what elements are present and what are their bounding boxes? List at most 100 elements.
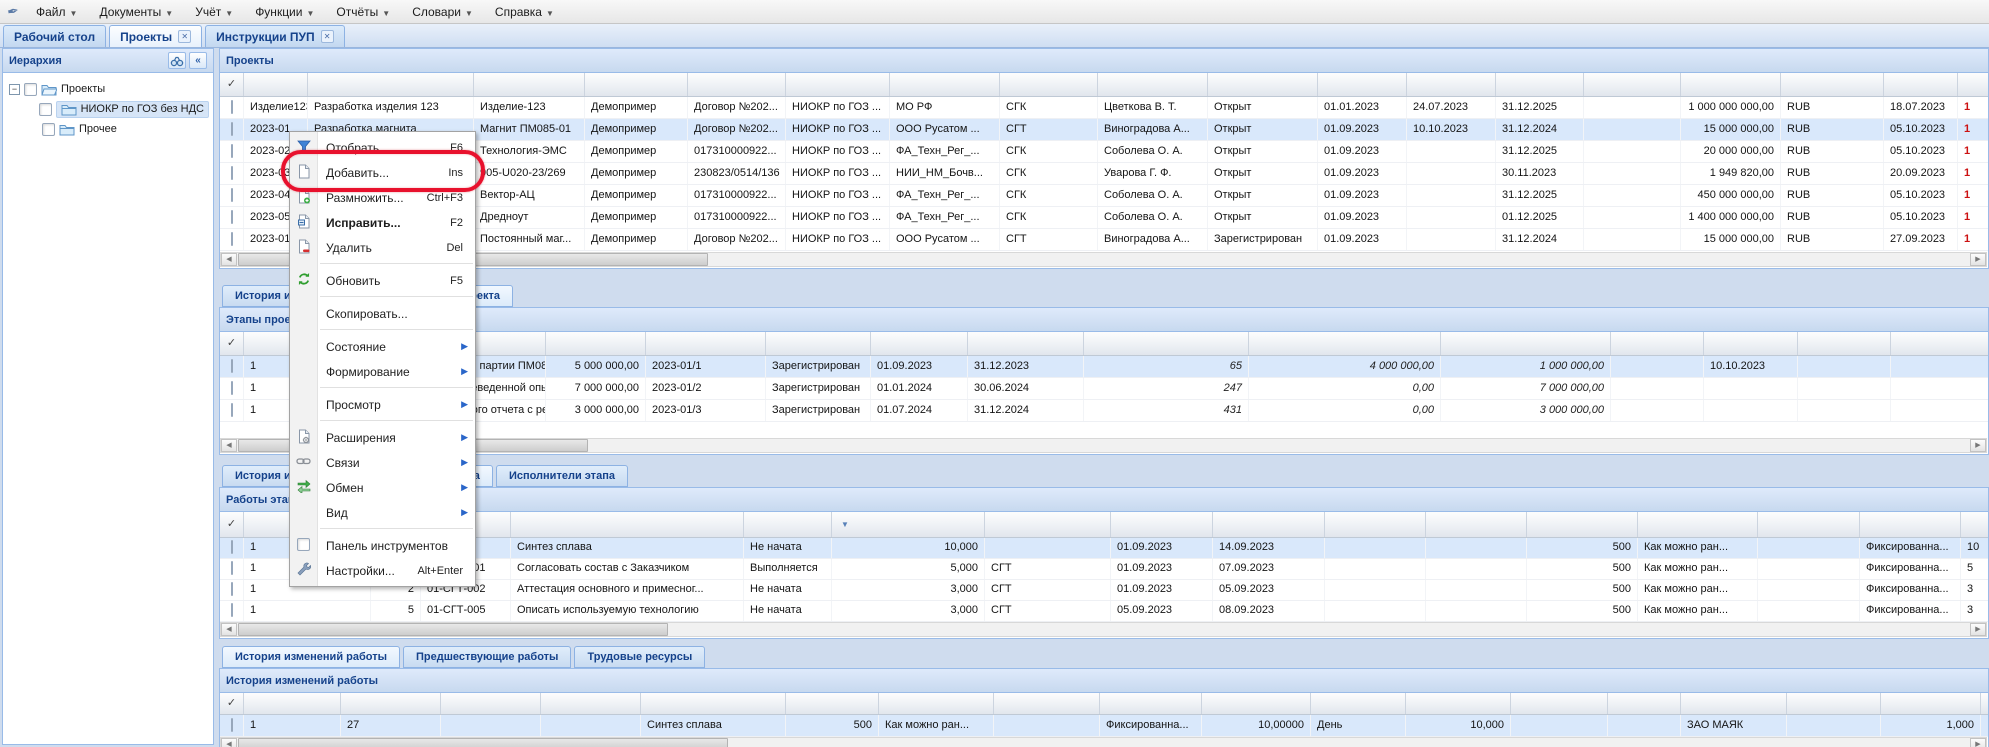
scroll-thumb[interactable] xyxy=(238,623,668,636)
column-header[interactable] xyxy=(985,512,1111,537)
tree-checkbox[interactable] xyxy=(24,83,37,96)
column-header[interactable] xyxy=(1098,73,1208,96)
section-tab-works-2[interactable]: Исполнители этапа xyxy=(496,465,628,487)
section-tab-history-2[interactable]: Трудовые ресурсы xyxy=(574,646,705,668)
column-header[interactable] xyxy=(244,693,341,714)
column-header[interactable] xyxy=(1681,73,1781,96)
menu-item-20[interactable]: Панель инструментов xyxy=(290,533,475,558)
column-header[interactable] xyxy=(1406,693,1511,714)
row-checkbox[interactable] xyxy=(231,403,233,417)
row-checkbox[interactable] xyxy=(231,603,233,617)
scroll-right-icon[interactable]: ▶ xyxy=(1970,738,1986,747)
column-header[interactable] xyxy=(1638,512,1758,537)
row-checkbox[interactable] xyxy=(231,561,233,575)
row-checkbox[interactable] xyxy=(231,210,233,224)
column-header[interactable] xyxy=(890,73,1000,96)
scroll-thumb[interactable] xyxy=(238,738,728,747)
column-header[interactable] xyxy=(585,73,688,96)
menubar-item-0[interactable]: Файл▼ xyxy=(26,2,89,22)
column-header[interactable]: ✓ xyxy=(220,73,244,96)
column-header[interactable] xyxy=(994,693,1100,714)
section-tab-history-0[interactable]: История изменений работы xyxy=(222,646,400,668)
table-row[interactable]: 2023-04Вектор-АЦДемопример017310000922..… xyxy=(220,185,1988,207)
tree-item-2[interactable]: Прочее xyxy=(7,119,209,139)
column-header[interactable] xyxy=(1527,512,1638,537)
column-header[interactable] xyxy=(1681,693,1787,714)
column-header[interactable] xyxy=(641,693,786,714)
tab-0[interactable]: Рабочий стол xyxy=(3,25,106,47)
column-header[interactable] xyxy=(1325,512,1426,537)
column-header[interactable]: ✓ xyxy=(220,332,244,355)
scroll-right-icon[interactable]: ▶ xyxy=(1970,623,1986,636)
table-row[interactable]: 2023-01Разработка магнитаМагнит ПМ085-01… xyxy=(220,119,1988,141)
menubar-item-6[interactable]: Справка▼ xyxy=(485,2,566,22)
column-header[interactable] xyxy=(511,512,744,537)
menu-item-11[interactable]: Формирование▶ xyxy=(290,359,475,384)
column-header[interactable] xyxy=(1787,693,1881,714)
menubar-item-4[interactable]: Отчёты▼ xyxy=(326,2,402,22)
column-header[interactable] xyxy=(968,332,1084,355)
column-header[interactable] xyxy=(1860,512,1961,537)
row-checkbox[interactable] xyxy=(231,582,233,596)
row-checkbox[interactable] xyxy=(231,540,233,554)
column-header[interactable] xyxy=(786,693,879,714)
h-scrollbar-works[interactable]: ◀▶ xyxy=(220,622,1987,637)
row-checkbox[interactable] xyxy=(231,188,233,202)
scroll-right-icon[interactable]: ▶ xyxy=(1970,439,1986,452)
column-header[interactable] xyxy=(1781,73,1884,96)
table-row[interactable]: Изделие123Разработка изделия 123Изделие-… xyxy=(220,97,1988,119)
row-checkbox[interactable] xyxy=(231,381,233,395)
scroll-left-icon[interactable]: ◀ xyxy=(221,738,237,747)
column-header[interactable] xyxy=(1202,693,1311,714)
collapse-icon[interactable]: « xyxy=(189,52,207,69)
table-row[interactable]: 1Синтез сплава по переведенной опытной т… xyxy=(220,378,1988,400)
row-checkbox[interactable] xyxy=(231,166,233,180)
row-checkbox[interactable] xyxy=(231,232,233,246)
scroll-left-icon[interactable]: ◀ xyxy=(221,623,237,636)
scroll-right-icon[interactable]: ▶ xyxy=(1970,253,1986,266)
column-header[interactable] xyxy=(1000,73,1098,96)
menu-item-4[interactable]: УдалитьDel xyxy=(290,235,475,260)
column-header[interactable] xyxy=(871,332,968,355)
menubar-item-3[interactable]: Функции▼ xyxy=(245,2,326,22)
column-header[interactable] xyxy=(308,73,474,96)
table-row[interactable]: 2023-02Технология-ЭМСДемопример017310000… xyxy=(220,141,1988,163)
tree-item-0[interactable]: −Проекты xyxy=(7,79,209,99)
column-header[interactable] xyxy=(546,332,646,355)
column-header[interactable] xyxy=(244,73,308,96)
column-header[interactable] xyxy=(341,693,441,714)
column-header[interactable] xyxy=(1608,693,1681,714)
column-header[interactable] xyxy=(766,332,871,355)
column-header[interactable] xyxy=(1584,73,1681,96)
row-checkbox[interactable] xyxy=(231,718,233,732)
column-header[interactable] xyxy=(1311,693,1406,714)
column-header[interactable] xyxy=(1958,73,1988,96)
row-checkbox[interactable] xyxy=(231,122,233,136)
menubar-item-1[interactable]: Документы▼ xyxy=(89,2,185,22)
column-header[interactable] xyxy=(541,693,641,714)
row-checkbox[interactable] xyxy=(231,100,233,114)
tree-checkbox[interactable] xyxy=(39,103,52,116)
menubar-item-2[interactable]: Учёт▼ xyxy=(185,2,245,22)
table-row[interactable]: 1201-СГТ-002Аттестация основного и приме… xyxy=(220,580,1988,601)
column-header[interactable] xyxy=(646,332,766,355)
column-header[interactable] xyxy=(441,693,541,714)
column-header[interactable] xyxy=(744,512,832,537)
table-row[interactable]: 1501-СГТ-005Описать используемую техноло… xyxy=(220,601,1988,622)
column-header[interactable] xyxy=(1441,332,1611,355)
menu-item-18[interactable]: Вид▶ xyxy=(290,500,475,525)
column-header[interactable] xyxy=(1511,693,1608,714)
menu-item-10[interactable]: Состояние▶ xyxy=(290,334,475,359)
column-header[interactable]: ▼ xyxy=(832,512,985,537)
menu-item-16[interactable]: Связи▶ xyxy=(290,450,475,475)
table-row[interactable]: 1Изготовление опытной партии ПМ085-015 0… xyxy=(220,356,1988,378)
table-row[interactable]: 2023-01тПостоянный маг...ДемопримерДогов… xyxy=(220,229,1988,251)
tab-1[interactable]: Проекты✕ xyxy=(109,25,202,47)
row-checkbox[interactable] xyxy=(231,359,233,373)
column-header[interactable] xyxy=(1798,332,1891,355)
column-header[interactable] xyxy=(1318,73,1407,96)
row-checkbox[interactable] xyxy=(231,144,233,158)
table-row[interactable]: 1Подготовка технического отчета с резуль… xyxy=(220,400,1988,422)
column-header[interactable] xyxy=(1961,512,1988,537)
menu-item-13[interactable]: Просмотр▶ xyxy=(290,392,475,417)
